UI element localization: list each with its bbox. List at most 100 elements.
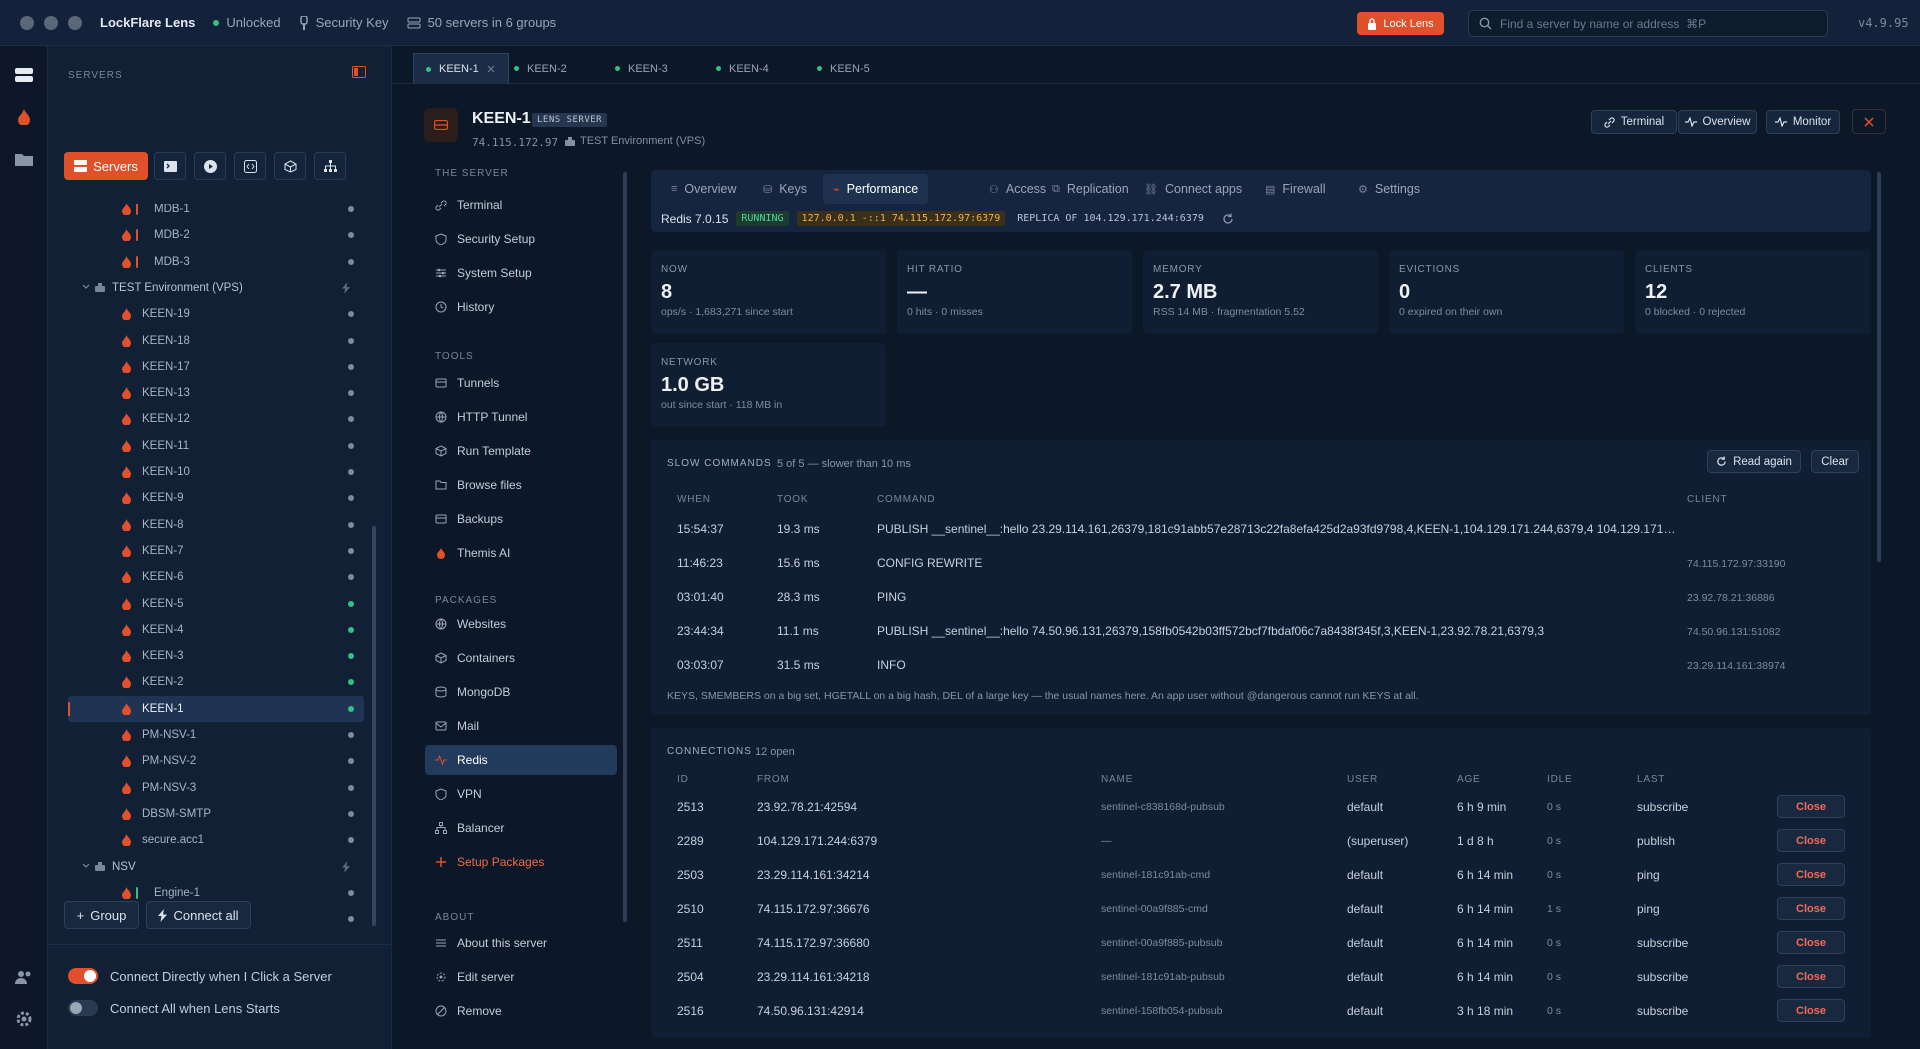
nav-item-redis[interactable]: Redis bbox=[425, 745, 617, 775]
close-server-button[interactable] bbox=[1852, 109, 1886, 134]
server-item[interactable]: KEEN-9 bbox=[68, 485, 364, 511]
clear-button[interactable]: Clear bbox=[1811, 450, 1859, 473]
server-item[interactable]: KEEN-18 bbox=[68, 328, 364, 354]
nav-item-system-setup[interactable]: System Setup bbox=[425, 258, 617, 288]
window-minimize-button[interactable] bbox=[44, 15, 58, 30]
terminal-button[interactable]: Terminal bbox=[1591, 110, 1677, 134]
close-connection-button[interactable]: Close bbox=[1777, 863, 1845, 886]
nav-item-balancer[interactable]: Balancer bbox=[425, 813, 617, 843]
server-search[interactable] bbox=[1468, 10, 1828, 37]
overview-button[interactable]: Overview bbox=[1678, 110, 1757, 134]
server-item[interactable]: KEEN-3 bbox=[68, 643, 364, 669]
sidebar-scrollbar[interactable] bbox=[372, 526, 376, 926]
security-key-indicator[interactable]: Security Key bbox=[299, 15, 389, 30]
server-item[interactable]: KEEN-13 bbox=[68, 380, 364, 406]
nav-scrollbar[interactable] bbox=[623, 172, 627, 922]
server-item[interactable]: MDB-2 bbox=[68, 222, 364, 248]
servers-button[interactable]: Servers bbox=[64, 152, 148, 180]
terminal-tool-button[interactable] bbox=[154, 152, 186, 180]
nav-item-about-this-server[interactable]: About this server bbox=[425, 928, 617, 958]
server-item[interactable]: KEEN-6 bbox=[68, 564, 364, 590]
panel-tab-performance[interactable]: ⌁ Performance bbox=[823, 174, 929, 204]
server-item[interactable]: KEEN-11 bbox=[68, 433, 364, 459]
tab-keen-1[interactable]: KEEN-1 bbox=[413, 53, 509, 84]
server-item[interactable]: KEEN-19 bbox=[68, 301, 364, 327]
bolt-icon[interactable] bbox=[342, 282, 350, 294]
server-item[interactable]: KEEN-7 bbox=[68, 538, 364, 564]
network-tool-button[interactable] bbox=[314, 152, 346, 180]
close-icon[interactable] bbox=[487, 65, 495, 73]
nav-item-tunnels[interactable]: Tunnels bbox=[425, 368, 617, 398]
chevron-down-icon[interactable] bbox=[82, 284, 90, 290]
server-item[interactable]: KEEN-2 bbox=[68, 669, 364, 695]
server-item[interactable]: DBSM-SMTP bbox=[68, 801, 364, 827]
package-tool-button[interactable] bbox=[274, 152, 306, 180]
close-connection-button[interactable]: Close bbox=[1777, 829, 1845, 852]
run-tool-button[interactable] bbox=[194, 152, 226, 180]
read-again-button[interactable]: Read again bbox=[1707, 450, 1801, 473]
server-item[interactable]: KEEN-4 bbox=[68, 617, 364, 643]
nav-item-mail[interactable]: Mail bbox=[425, 711, 617, 741]
server-item[interactable]: KEEN-12 bbox=[68, 406, 364, 432]
server-item[interactable]: PM-NSV-3 bbox=[68, 775, 364, 801]
server-item[interactable]: PM-NSV-1 bbox=[68, 722, 364, 748]
server-group[interactable]: TEST Environment (VPS) bbox=[68, 275, 364, 301]
sidebar-collapse-icon[interactable] bbox=[352, 66, 366, 78]
panel-tab-overview[interactable]: ≡ Overview bbox=[661, 174, 747, 204]
server-group[interactable]: NSV bbox=[68, 854, 364, 880]
server-item[interactable]: KEEN-8 bbox=[68, 512, 364, 538]
nav-item-vpn[interactable]: VPN bbox=[425, 779, 617, 809]
nav-item-run-template[interactable]: Run Template bbox=[425, 436, 617, 466]
panel-tab-keys[interactable]: ⛁ Keys bbox=[753, 174, 817, 204]
tab-keen-4[interactable]: KEEN-4 bbox=[704, 53, 794, 84]
window-maximize-button[interactable] bbox=[68, 15, 82, 30]
panel-tab-settings[interactable]: ⚙ Settings bbox=[1348, 174, 1430, 204]
connect-all-button[interactable]: Connect all bbox=[146, 901, 251, 929]
nav-item-http-tunnel[interactable]: HTTP Tunnel bbox=[425, 402, 617, 432]
close-connection-button[interactable]: Close bbox=[1777, 795, 1845, 818]
nav-item-websites[interactable]: Websites bbox=[425, 609, 617, 639]
nav-item-containers[interactable]: Containers bbox=[425, 643, 617, 673]
nav-item-backups[interactable]: Backups bbox=[425, 504, 617, 534]
server-item[interactable]: KEEN-1 bbox=[68, 695, 364, 722]
tab-keen-2[interactable]: KEEN-2 bbox=[502, 53, 592, 84]
servers-rail-icon[interactable] bbox=[13, 64, 35, 86]
search-input[interactable] bbox=[1500, 16, 1800, 31]
nav-item-browse-files[interactable]: Browse files bbox=[425, 470, 617, 500]
server-item[interactable]: secure.acc1 bbox=[68, 827, 364, 853]
bolt-icon[interactable] bbox=[342, 860, 350, 873]
nav-item-setup-packages[interactable]: Setup Packages bbox=[425, 847, 617, 877]
panel-tab-connect-apps[interactable]: ⛓ Connect apps bbox=[1134, 174, 1252, 204]
close-connection-button[interactable]: Close bbox=[1777, 999, 1845, 1022]
nav-item-security-setup[interactable]: Security Setup bbox=[425, 224, 617, 254]
nav-item-remove[interactable]: Remove bbox=[425, 996, 617, 1026]
connect-directly-toggle[interactable] bbox=[68, 968, 98, 984]
users-rail-icon[interactable] bbox=[13, 966, 35, 988]
close-connection-button[interactable]: Close bbox=[1777, 897, 1845, 920]
server-item[interactable]: PM-NSV-2 bbox=[68, 748, 364, 774]
connect-all-start-toggle[interactable] bbox=[68, 1000, 98, 1016]
monitor-button[interactable]: Monitor bbox=[1766, 110, 1840, 134]
main-scrollbar[interactable] bbox=[1877, 172, 1881, 562]
server-item[interactable]: MDB-1 bbox=[68, 204, 364, 222]
nav-item-edit-server[interactable]: Edit server bbox=[425, 962, 617, 992]
flame-rail-icon[interactable] bbox=[13, 106, 35, 128]
server-item[interactable]: KEEN-5 bbox=[68, 591, 364, 617]
add-group-button[interactable]: + Group bbox=[64, 901, 139, 929]
server-item[interactable]: KEEN-17 bbox=[68, 354, 364, 380]
lock-lens-button[interactable]: Lock Lens bbox=[1357, 12, 1444, 35]
nav-item-terminal[interactable]: Terminal bbox=[425, 190, 617, 220]
tab-keen-3[interactable]: KEEN-3 bbox=[603, 53, 693, 84]
window-close-button[interactable] bbox=[20, 15, 34, 30]
nav-item-history[interactable]: History bbox=[425, 292, 617, 322]
server-item[interactable]: KEEN-10 bbox=[68, 459, 364, 485]
close-connection-button[interactable]: Close bbox=[1777, 931, 1845, 954]
close-connection-button[interactable]: Close bbox=[1777, 965, 1845, 988]
folder-rail-icon[interactable] bbox=[13, 148, 35, 170]
code-tool-button[interactable] bbox=[234, 152, 266, 180]
chevron-down-icon[interactable] bbox=[82, 863, 90, 869]
nav-item-themis-ai[interactable]: Themis AI bbox=[425, 538, 617, 568]
refresh-icon[interactable] bbox=[1222, 213, 1234, 225]
server-item[interactable]: MDB-3 bbox=[68, 249, 364, 275]
tab-keen-5[interactable]: KEEN-5 bbox=[805, 53, 895, 84]
